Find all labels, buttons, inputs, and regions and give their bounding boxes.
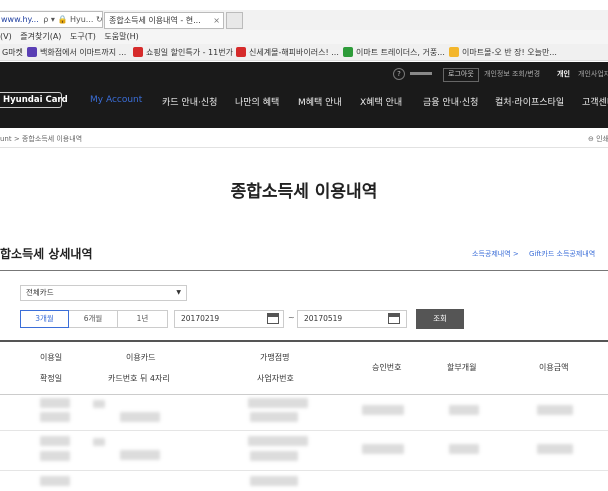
deduction-links: 소득공제내역 > Gift카드 소득공제내역 [472,249,603,259]
table-top-border [0,340,608,342]
period-1-year-button[interactable]: 1년 [118,310,168,328]
hyundai-card-logo[interactable]: Hyundai Card [0,92,68,108]
user-name-masked [410,72,432,75]
favorite-site-icon [236,47,246,57]
nav-finance[interactable]: 금융 안내·신청 [423,95,478,108]
nav-my-account[interactable]: My Account [90,95,142,105]
calendar-icon[interactable] [388,313,400,324]
th-amount: 이용금액 [539,363,569,372]
logout-button[interactable]: 로그아웃 [443,68,479,82]
favorite-department[interactable]: 백화점에서 이마트까지 ... [27,44,126,60]
favorite-gmarket[interactable]: G마켓 [2,44,23,60]
menu-favorites[interactable]: 즐겨찾기(A) [20,32,61,41]
menu-help[interactable]: 도움말(H) [104,32,138,41]
period-6-months-button[interactable]: 6개월 [69,310,118,328]
th-approval-number: 승인번호 [372,363,402,372]
address-bar[interactable]: www.hy... ρ ▾ 🔒 Hyu... ↻ [0,11,103,28]
browser-address-row: www.hy... ρ ▾ 🔒 Hyu... ↻ 종합소득세 이용내역 - 현.… [0,10,608,30]
tab-close-icon[interactable]: × [213,13,220,28]
favorite-11st[interactable]: 쇼핑일 할인특가 - 11번가 [133,44,233,60]
th-card: 이용카드 [126,353,156,362]
row-divider [0,470,608,471]
personal-toggle[interactable]: 개인 [557,67,570,81]
print-button[interactable]: ⊖ 인쇄 [588,134,608,144]
address-url: www.hy... [1,15,39,24]
th-usage-date: 이용일 [40,353,63,362]
tab-title: 종합소득세 이용내역 - 현... [109,16,201,25]
nav-m-benefits[interactable]: M혜택 안내 [298,95,342,108]
new-tab-button[interactable] [226,12,243,29]
income-deduction-link[interactable]: 소득공제내역 > [472,250,519,258]
favorite-site-icon [343,47,353,57]
section-title: 합소득세 상세내역 [0,247,93,261]
th-card-last4: 카드번호 뒤 4자리 [108,374,170,383]
date-range-separator: ~ [288,313,295,322]
table-header-divider [0,394,608,395]
browser-menu-bar: (V) 즐겨찾기(A) 도구(T) 도움말(H) [0,30,608,44]
section-divider [0,270,608,271]
corporate-toggle[interactable]: 개인사업자 [578,67,608,81]
favorite-site-icon [449,47,459,57]
page-title: 종합소득세 이용내역 [230,182,378,202]
th-confirm-date: 확정일 [40,374,63,383]
row-divider [0,430,608,431]
th-business-number: 사업자번호 [257,374,294,383]
gift-card-deduction-link[interactable]: Gift카드 소득공제내역 [529,250,595,258]
address-icons[interactable]: ρ ▾ 🔒 Hyu... ↻ [43,15,102,24]
divider [0,147,608,148]
nav-my-benefits[interactable]: 나만의 혜택 [235,95,279,108]
breadcrumb: unt > 종합소득세 이용내역 [0,135,83,143]
menu-tools[interactable]: 도구(T) [70,32,96,41]
favorites-bar: G마켓 백화점에서 이마트까지 ... 쇼핑일 할인특가 - 11번가 신세계몰… [0,44,608,61]
favorite-traders[interactable]: 이마트 트레이더스, 거풍... [343,44,445,60]
favorite-emart-mall[interactable]: 이마트몰-오 반 장! 오늘만... [449,44,557,60]
nav-customer-center[interactable]: 고객센터 [582,95,608,108]
th-installment: 할부개월 [447,363,477,372]
menu-view[interactable]: (V) [0,32,12,41]
site-header: ? 로그아웃 개인정보 조회/변경 개인 개인사업자 Hyundai Card … [0,62,608,128]
period-3-months-button[interactable]: 3개월 [20,310,69,328]
search-button[interactable]: 조회 [416,309,464,329]
th-merchant: 가맹점명 [260,353,290,362]
card-select[interactable]: 전체카드 ▼ [20,285,187,301]
browser-tab[interactable]: 종합소득세 이용내역 - 현... × [104,12,224,29]
card-select-value: 전체카드 [26,288,54,297]
nav-culture[interactable]: 컬처·라이프스타일 [495,95,564,108]
chevron-down-icon: ▼ [176,289,181,296]
nav-x-benefits[interactable]: X혜택 안내 [360,95,402,108]
personal-info-link[interactable]: 개인정보 조회/변경 [484,67,540,81]
favorite-site-icon [27,47,37,57]
calendar-icon[interactable] [267,313,279,324]
favorite-site-icon [133,47,143,57]
nav-card-info[interactable]: 카드 안내·신청 [162,95,217,108]
favorite-shinsegae[interactable]: 신세계몰-해피바이러스! ... [236,44,339,60]
help-icon[interactable]: ? [393,68,405,80]
